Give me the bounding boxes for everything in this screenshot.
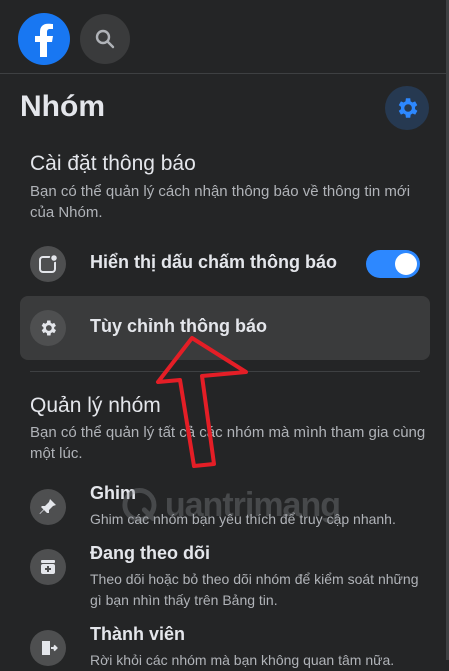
top-bar — [0, 0, 449, 72]
search-icon — [95, 29, 115, 49]
notification-dot-toggle[interactable] — [366, 250, 420, 278]
manage-groups-section-title: Quản lý nhóm — [30, 394, 161, 417]
members-title: Thành viên — [90, 624, 186, 644]
following-icon — [30, 549, 66, 585]
following-item[interactable]: Đang theo dõi Theo dõi hoặc bỏ theo dõi … — [20, 543, 430, 609]
pin-description: Ghim các nhóm bạn yêu thích để truy cập … — [90, 511, 396, 527]
members-description: Rời khỏi các nhóm mà bạn không quan tâm … — [90, 652, 395, 668]
header-divider — [0, 73, 449, 74]
following-description: Theo dõi hoặc bỏ theo dõi nhóm để kiểm s… — [90, 571, 419, 608]
following-title: Đang theo dõi — [90, 543, 210, 563]
facebook-logo-icon[interactable] — [18, 13, 70, 65]
leave-icon — [30, 630, 66, 666]
annotation-arrow-icon — [156, 336, 248, 468]
members-item[interactable]: Thành viên Rời khỏi các nhóm mà bạn khôn… — [20, 624, 430, 668]
notifications-section-title: Cài đặt thông báo — [30, 152, 196, 175]
search-button[interactable] — [80, 14, 130, 64]
pin-title: Ghim — [90, 483, 137, 503]
notification-dot-icon — [30, 246, 66, 282]
notifications-section-description: Bạn có thể quản lý cách nhận thông báo v… — [30, 183, 411, 221]
gear-icon — [398, 98, 418, 118]
page-title: Nhóm — [20, 90, 105, 123]
show-notification-dot-label: Hiển thị dấu chấm thông báo — [90, 252, 337, 272]
pin-item[interactable]: Ghim Ghim các nhóm bạn yêu thích để truy… — [20, 483, 430, 533]
toggle-knob — [395, 253, 417, 275]
show-notification-dot-row[interactable]: Hiển thị dấu chấm thông báo — [20, 232, 430, 296]
pin-icon — [30, 489, 66, 525]
gear-icon — [30, 310, 66, 346]
settings-button[interactable] — [385, 86, 429, 130]
